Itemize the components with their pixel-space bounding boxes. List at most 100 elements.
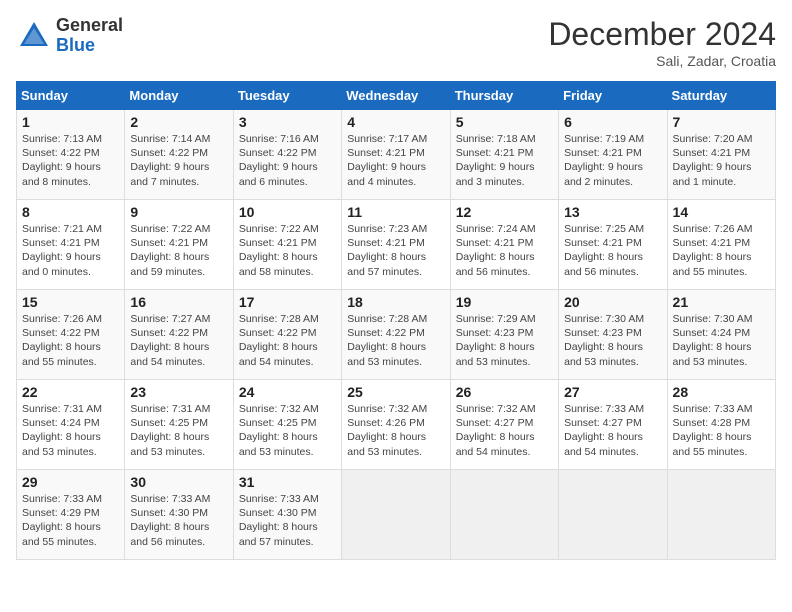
day-number: 4 xyxy=(347,114,444,130)
day-cell-14: 14Sunrise: 7:26 AM Sunset: 4:21 PM Dayli… xyxy=(667,200,775,290)
day-info: Sunrise: 7:32 AM Sunset: 4:25 PM Dayligh… xyxy=(239,402,336,459)
day-number: 25 xyxy=(347,384,444,400)
day-number: 5 xyxy=(456,114,553,130)
day-info: Sunrise: 7:14 AM Sunset: 4:22 PM Dayligh… xyxy=(130,132,227,189)
day-cell-28: 28 Sunrise: 7:33 AM Sunset: 4:28 PM Dayli… xyxy=(667,380,775,470)
day-cell-21: 21Sunrise: 7:30 AM Sunset: 4:24 PM Dayli… xyxy=(667,290,775,380)
day-header-saturday: Saturday xyxy=(667,82,775,110)
day-info: Sunrise: 7:27 AM Sunset: 4:22 PM Dayligh… xyxy=(130,312,227,369)
day-number: 22 xyxy=(22,384,119,400)
day-header-thursday: Thursday xyxy=(450,82,558,110)
day-cell-1: 1Sunrise: 7:13 AM Sunset: 4:22 PM Daylig… xyxy=(17,110,125,200)
day-info: Sunrise: 7:33 AM Sunset: 4:30 PM Dayligh… xyxy=(130,492,227,549)
day-number: 8 xyxy=(22,204,119,220)
day-info: Sunrise: 7:33 AM Sunset: 4:28 PM Dayligh… xyxy=(673,402,770,459)
title-block: December 2024 Sali, Zadar, Croatia xyxy=(548,16,776,69)
day-cell-16: 16 Sunrise: 7:27 AM Sunset: 4:22 PM Dayli… xyxy=(125,290,233,380)
day-info: Sunrise: 7:26 AM Sunset: 4:21 PM Dayligh… xyxy=(673,222,770,279)
day-info: Sunrise: 7:30 AM Sunset: 4:23 PM Dayligh… xyxy=(564,312,661,369)
day-info: Sunrise: 7:22 AM Sunset: 4:21 PM Dayligh… xyxy=(239,222,336,279)
calendar-week-3: 15 Sunrise: 7:26 AM Sunset: 4:22 PM Dayli… xyxy=(17,290,776,380)
day-number: 19 xyxy=(456,294,553,310)
day-number: 16 xyxy=(130,294,227,310)
day-cell-10: 10 Sunrise: 7:22 AM Sunset: 4:21 PM Dayli… xyxy=(233,200,341,290)
calendar-week-1: 1Sunrise: 7:13 AM Sunset: 4:22 PM Daylig… xyxy=(17,110,776,200)
day-cell-18: 18 Sunrise: 7:28 AM Sunset: 4:22 PM Dayli… xyxy=(342,290,450,380)
day-cell-12: 12Sunrise: 7:24 AM Sunset: 4:21 PM Dayli… xyxy=(450,200,558,290)
day-cell-2: 2Sunrise: 7:14 AM Sunset: 4:22 PM Daylig… xyxy=(125,110,233,200)
day-cell-5: 5 Sunrise: 7:18 AM Sunset: 4:21 PM Daylig… xyxy=(450,110,558,200)
day-number: 28 xyxy=(673,384,770,400)
day-info: Sunrise: 7:32 AM Sunset: 4:26 PM Dayligh… xyxy=(347,402,444,459)
day-info: Sunrise: 7:25 AM Sunset: 4:21 PM Dayligh… xyxy=(564,222,661,279)
calendar-week-4: 22 Sunrise: 7:31 AM Sunset: 4:24 PM Dayli… xyxy=(17,380,776,470)
day-info: Sunrise: 7:16 AM Sunset: 4:22 PM Dayligh… xyxy=(239,132,336,189)
day-info: Sunrise: 7:33 AM Sunset: 4:29 PM Dayligh… xyxy=(22,492,119,549)
day-number: 26 xyxy=(456,384,553,400)
day-info: Sunrise: 7:28 AM Sunset: 4:22 PM Dayligh… xyxy=(239,312,336,369)
day-info: Sunrise: 7:31 AM Sunset: 4:25 PM Dayligh… xyxy=(130,402,227,459)
calendar-table: SundayMondayTuesdayWednesdayThursdayFrid… xyxy=(16,81,776,560)
day-cell-30: 30Sunrise: 7:33 AM Sunset: 4:30 PM Dayli… xyxy=(125,470,233,560)
day-header-friday: Friday xyxy=(559,82,667,110)
day-info: Sunrise: 7:33 AM Sunset: 4:30 PM Dayligh… xyxy=(239,492,336,549)
logo: General Blue xyxy=(16,16,123,56)
day-cell-15: 15 Sunrise: 7:26 AM Sunset: 4:22 PM Dayli… xyxy=(17,290,125,380)
day-cell-4: 4Sunrise: 7:17 AM Sunset: 4:21 PM Daylig… xyxy=(342,110,450,200)
day-number: 10 xyxy=(239,204,336,220)
logo-icon xyxy=(16,18,52,54)
day-info: Sunrise: 7:18 AM Sunset: 4:21 PM Dayligh… xyxy=(456,132,553,189)
day-cell-6: 6Sunrise: 7:19 AM Sunset: 4:21 PM Daylig… xyxy=(559,110,667,200)
day-cell-25: 25 Sunrise: 7:32 AM Sunset: 4:26 PM Dayli… xyxy=(342,380,450,470)
day-cell-26: 26Sunrise: 7:32 AM Sunset: 4:27 PM Dayli… xyxy=(450,380,558,470)
day-cell-24: 24 Sunrise: 7:32 AM Sunset: 4:25 PM Dayli… xyxy=(233,380,341,470)
empty-cell xyxy=(667,470,775,560)
day-info: Sunrise: 7:24 AM Sunset: 4:21 PM Dayligh… xyxy=(456,222,553,279)
day-cell-22: 22 Sunrise: 7:31 AM Sunset: 4:24 PM Dayli… xyxy=(17,380,125,470)
location-subtitle: Sali, Zadar, Croatia xyxy=(548,53,776,69)
calendar-week-5: 29 Sunrise: 7:33 AM Sunset: 4:29 PM Dayli… xyxy=(17,470,776,560)
day-cell-9: 9 Sunrise: 7:22 AM Sunset: 4:21 PM Daylig… xyxy=(125,200,233,290)
day-header-monday: Monday xyxy=(125,82,233,110)
day-number: 3 xyxy=(239,114,336,130)
day-number: 20 xyxy=(564,294,661,310)
day-info: Sunrise: 7:30 AM Sunset: 4:24 PM Dayligh… xyxy=(673,312,770,369)
day-number: 31 xyxy=(239,474,336,490)
day-number: 9 xyxy=(130,204,227,220)
calendar-header-row: SundayMondayTuesdayWednesdayThursdayFrid… xyxy=(17,82,776,110)
day-cell-13: 13 Sunrise: 7:25 AM Sunset: 4:21 PM Dayli… xyxy=(559,200,667,290)
page-header: General Blue December 2024 Sali, Zadar, … xyxy=(16,16,776,69)
day-info: Sunrise: 7:28 AM Sunset: 4:22 PM Dayligh… xyxy=(347,312,444,369)
day-number: 15 xyxy=(22,294,119,310)
empty-cell xyxy=(342,470,450,560)
month-title: December 2024 xyxy=(548,16,776,53)
day-info: Sunrise: 7:26 AM Sunset: 4:22 PM Dayligh… xyxy=(22,312,119,369)
empty-cell xyxy=(450,470,558,560)
day-number: 6 xyxy=(564,114,661,130)
day-cell-19: 19Sunrise: 7:29 AM Sunset: 4:23 PM Dayli… xyxy=(450,290,558,380)
day-info: Sunrise: 7:20 AM Sunset: 4:21 PM Dayligh… xyxy=(673,132,770,189)
day-number: 13 xyxy=(564,204,661,220)
calendar-week-2: 8 Sunrise: 7:21 AM Sunset: 4:21 PM Daylig… xyxy=(17,200,776,290)
day-cell-8: 8 Sunrise: 7:21 AM Sunset: 4:21 PM Daylig… xyxy=(17,200,125,290)
day-number: 23 xyxy=(130,384,227,400)
day-cell-11: 11Sunrise: 7:23 AM Sunset: 4:21 PM Dayli… xyxy=(342,200,450,290)
day-number: 24 xyxy=(239,384,336,400)
day-info: Sunrise: 7:33 AM Sunset: 4:27 PM Dayligh… xyxy=(564,402,661,459)
day-header-wednesday: Wednesday xyxy=(342,82,450,110)
day-number: 29 xyxy=(22,474,119,490)
day-cell-27: 27Sunrise: 7:33 AM Sunset: 4:27 PM Dayli… xyxy=(559,380,667,470)
empty-cell xyxy=(559,470,667,560)
day-info: Sunrise: 7:23 AM Sunset: 4:21 PM Dayligh… xyxy=(347,222,444,279)
day-number: 7 xyxy=(673,114,770,130)
day-info: Sunrise: 7:22 AM Sunset: 4:21 PM Dayligh… xyxy=(130,222,227,279)
day-cell-7: 7 Sunrise: 7:20 AM Sunset: 4:21 PM Daylig… xyxy=(667,110,775,200)
calendar-body: 1Sunrise: 7:13 AM Sunset: 4:22 PM Daylig… xyxy=(17,110,776,560)
day-cell-31: 31 Sunrise: 7:33 AM Sunset: 4:30 PM Dayli… xyxy=(233,470,341,560)
day-number: 18 xyxy=(347,294,444,310)
day-cell-3: 3 Sunrise: 7:16 AM Sunset: 4:22 PM Daylig… xyxy=(233,110,341,200)
day-cell-17: 17Sunrise: 7:28 AM Sunset: 4:22 PM Dayli… xyxy=(233,290,341,380)
day-cell-20: 20 Sunrise: 7:30 AM Sunset: 4:23 PM Dayli… xyxy=(559,290,667,380)
day-info: Sunrise: 7:31 AM Sunset: 4:24 PM Dayligh… xyxy=(22,402,119,459)
day-info: Sunrise: 7:21 AM Sunset: 4:21 PM Dayligh… xyxy=(22,222,119,279)
